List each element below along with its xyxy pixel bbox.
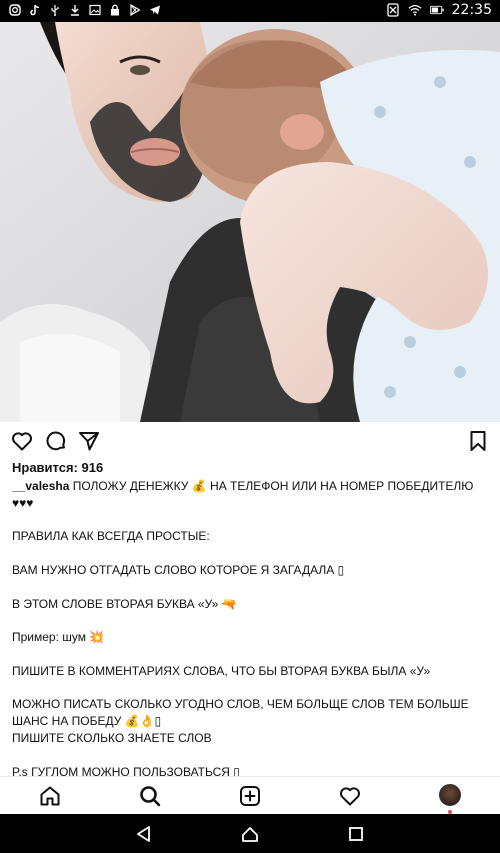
home-icon[interactable] bbox=[38, 784, 62, 808]
post-photo[interactable] bbox=[0, 22, 500, 422]
back-icon[interactable] bbox=[134, 824, 154, 844]
mute-icon bbox=[386, 3, 400, 17]
system-navigation-bar bbox=[0, 814, 500, 853]
profile-avatar[interactable] bbox=[439, 784, 461, 806]
search-icon[interactable] bbox=[138, 784, 162, 808]
post-caption: __valesha ПОЛОЖУ ДЕНЕЖКУ 💰 НА ТЕЛЕФОН ИЛ… bbox=[12, 478, 488, 780]
status-bar: 22:35 bbox=[0, 0, 500, 22]
activity-heart-icon[interactable] bbox=[338, 784, 362, 808]
bottom-navigation bbox=[0, 776, 500, 814]
caption-text: ПОЛОЖУ ДЕНЕЖКУ 💰 НА ТЕЛЕФОН ИЛИ НА НОМЕР… bbox=[12, 479, 474, 510]
caption-line: Пример: шум 💥 bbox=[12, 630, 105, 645]
likes-count[interactable]: Нравится: 916 bbox=[12, 460, 103, 475]
home-circle-icon[interactable] bbox=[240, 824, 260, 844]
recents-icon[interactable] bbox=[346, 824, 366, 844]
wifi-icon bbox=[408, 3, 422, 17]
lock-icon bbox=[108, 3, 122, 17]
caption-line: ВАМ НУЖНО ОТГАДАТЬ СЛОВО КОТОРОЕ Я ЗАГАД… bbox=[12, 562, 345, 577]
bookmark-icon[interactable] bbox=[466, 429, 490, 453]
telegram-icon bbox=[148, 3, 162, 17]
caption-line: ПРАВИЛА КАК ВСЕГДА ПРОСТЫЕ: bbox=[12, 529, 210, 544]
image-icon bbox=[88, 3, 102, 17]
caption-first-line: __valesha ПОЛОЖУ ДЕНЕЖКУ 💰 НА ТЕЛЕФОН ИЛ… bbox=[12, 478, 488, 512]
post-username[interactable]: __valesha bbox=[12, 479, 69, 493]
download-icon bbox=[68, 3, 82, 17]
status-time: 22:35 bbox=[451, 2, 492, 18]
heart-icon[interactable] bbox=[10, 429, 34, 453]
post-actions bbox=[0, 424, 500, 458]
instagram-icon bbox=[8, 3, 22, 17]
status-bar-system: 22:35 bbox=[386, 2, 492, 18]
caption-line: МОЖНО ПИСАТЬ СКОЛЬКО УГОДНО СЛОВ, ЧЕМ БО… bbox=[12, 697, 469, 729]
tiktok-icon bbox=[28, 3, 42, 17]
caption-line: В ЭТОМ СЛОВЕ ВТОРАЯ БУКВА «У» 🔫 bbox=[12, 596, 237, 611]
add-post-icon[interactable] bbox=[238, 784, 262, 808]
caption-line: ПИШИТЕ СКОЛЬКО ЗНАЕТЕ СЛОВ bbox=[12, 730, 212, 745]
play-store-icon bbox=[128, 3, 142, 17]
usb-icon bbox=[48, 3, 62, 17]
comment-icon[interactable] bbox=[44, 429, 68, 453]
status-bar-notifications bbox=[8, 3, 162, 17]
battery-icon bbox=[429, 3, 444, 17]
caption-line: ПИШИТЕ В КОММЕНТАРИЯХ СЛОВА, ЧТО БЫ ВТОР… bbox=[12, 663, 431, 678]
share-icon[interactable] bbox=[77, 429, 101, 453]
